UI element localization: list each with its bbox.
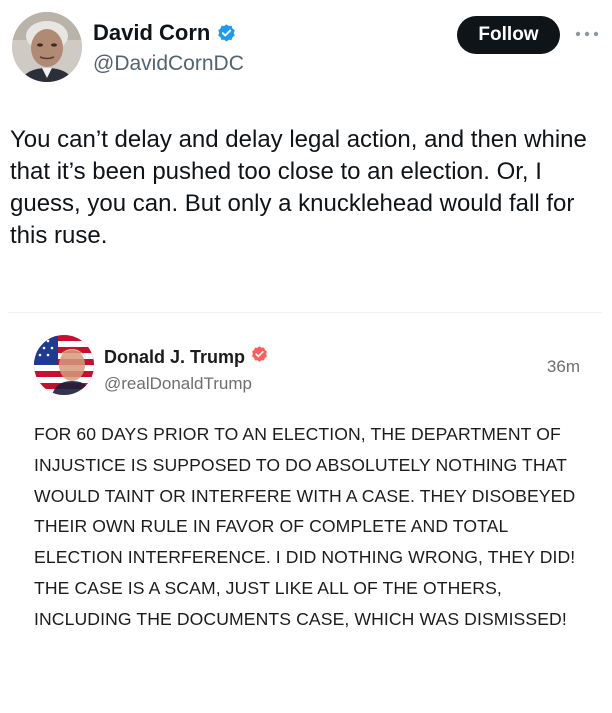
more-horizontal-icon[interactable] (572, 24, 602, 44)
avatar[interactable] (34, 335, 94, 395)
verified-badge-icon (250, 345, 269, 369)
person-photo-avatar (12, 12, 82, 82)
tweet-text: You can’t delay and delay legal action, … (10, 126, 587, 249)
quoted-post-card[interactable]: Donald J. Trump @realDonaldTrump 36m FOR… (8, 312, 602, 713)
author-display-name[interactable]: David Corn (93, 20, 210, 46)
verified-badge-icon (216, 23, 237, 44)
quoted-author-name-row: Donald J. Trump (104, 345, 269, 369)
flag-portrait-avatar (34, 335, 94, 395)
author-name-row: David Corn (93, 20, 237, 46)
tweet-screenshot: David Corn @DavidCornDC Follow You can’t… (0, 0, 612, 713)
avatar[interactable] (12, 12, 82, 82)
quoted-author-handle[interactable]: @realDonaldTrump (104, 373, 252, 395)
quoted-post-text: FOR 60 DAYS PRIOR TO AN ELECTION, THE DE… (34, 424, 576, 629)
quoted-author-display-name[interactable]: Donald J. Trump (104, 346, 245, 368)
quoted-post-timestamp[interactable]: 36m (547, 356, 580, 378)
author-handle[interactable]: @DavidCornDC (93, 51, 244, 77)
follow-button[interactable]: Follow (457, 16, 560, 54)
